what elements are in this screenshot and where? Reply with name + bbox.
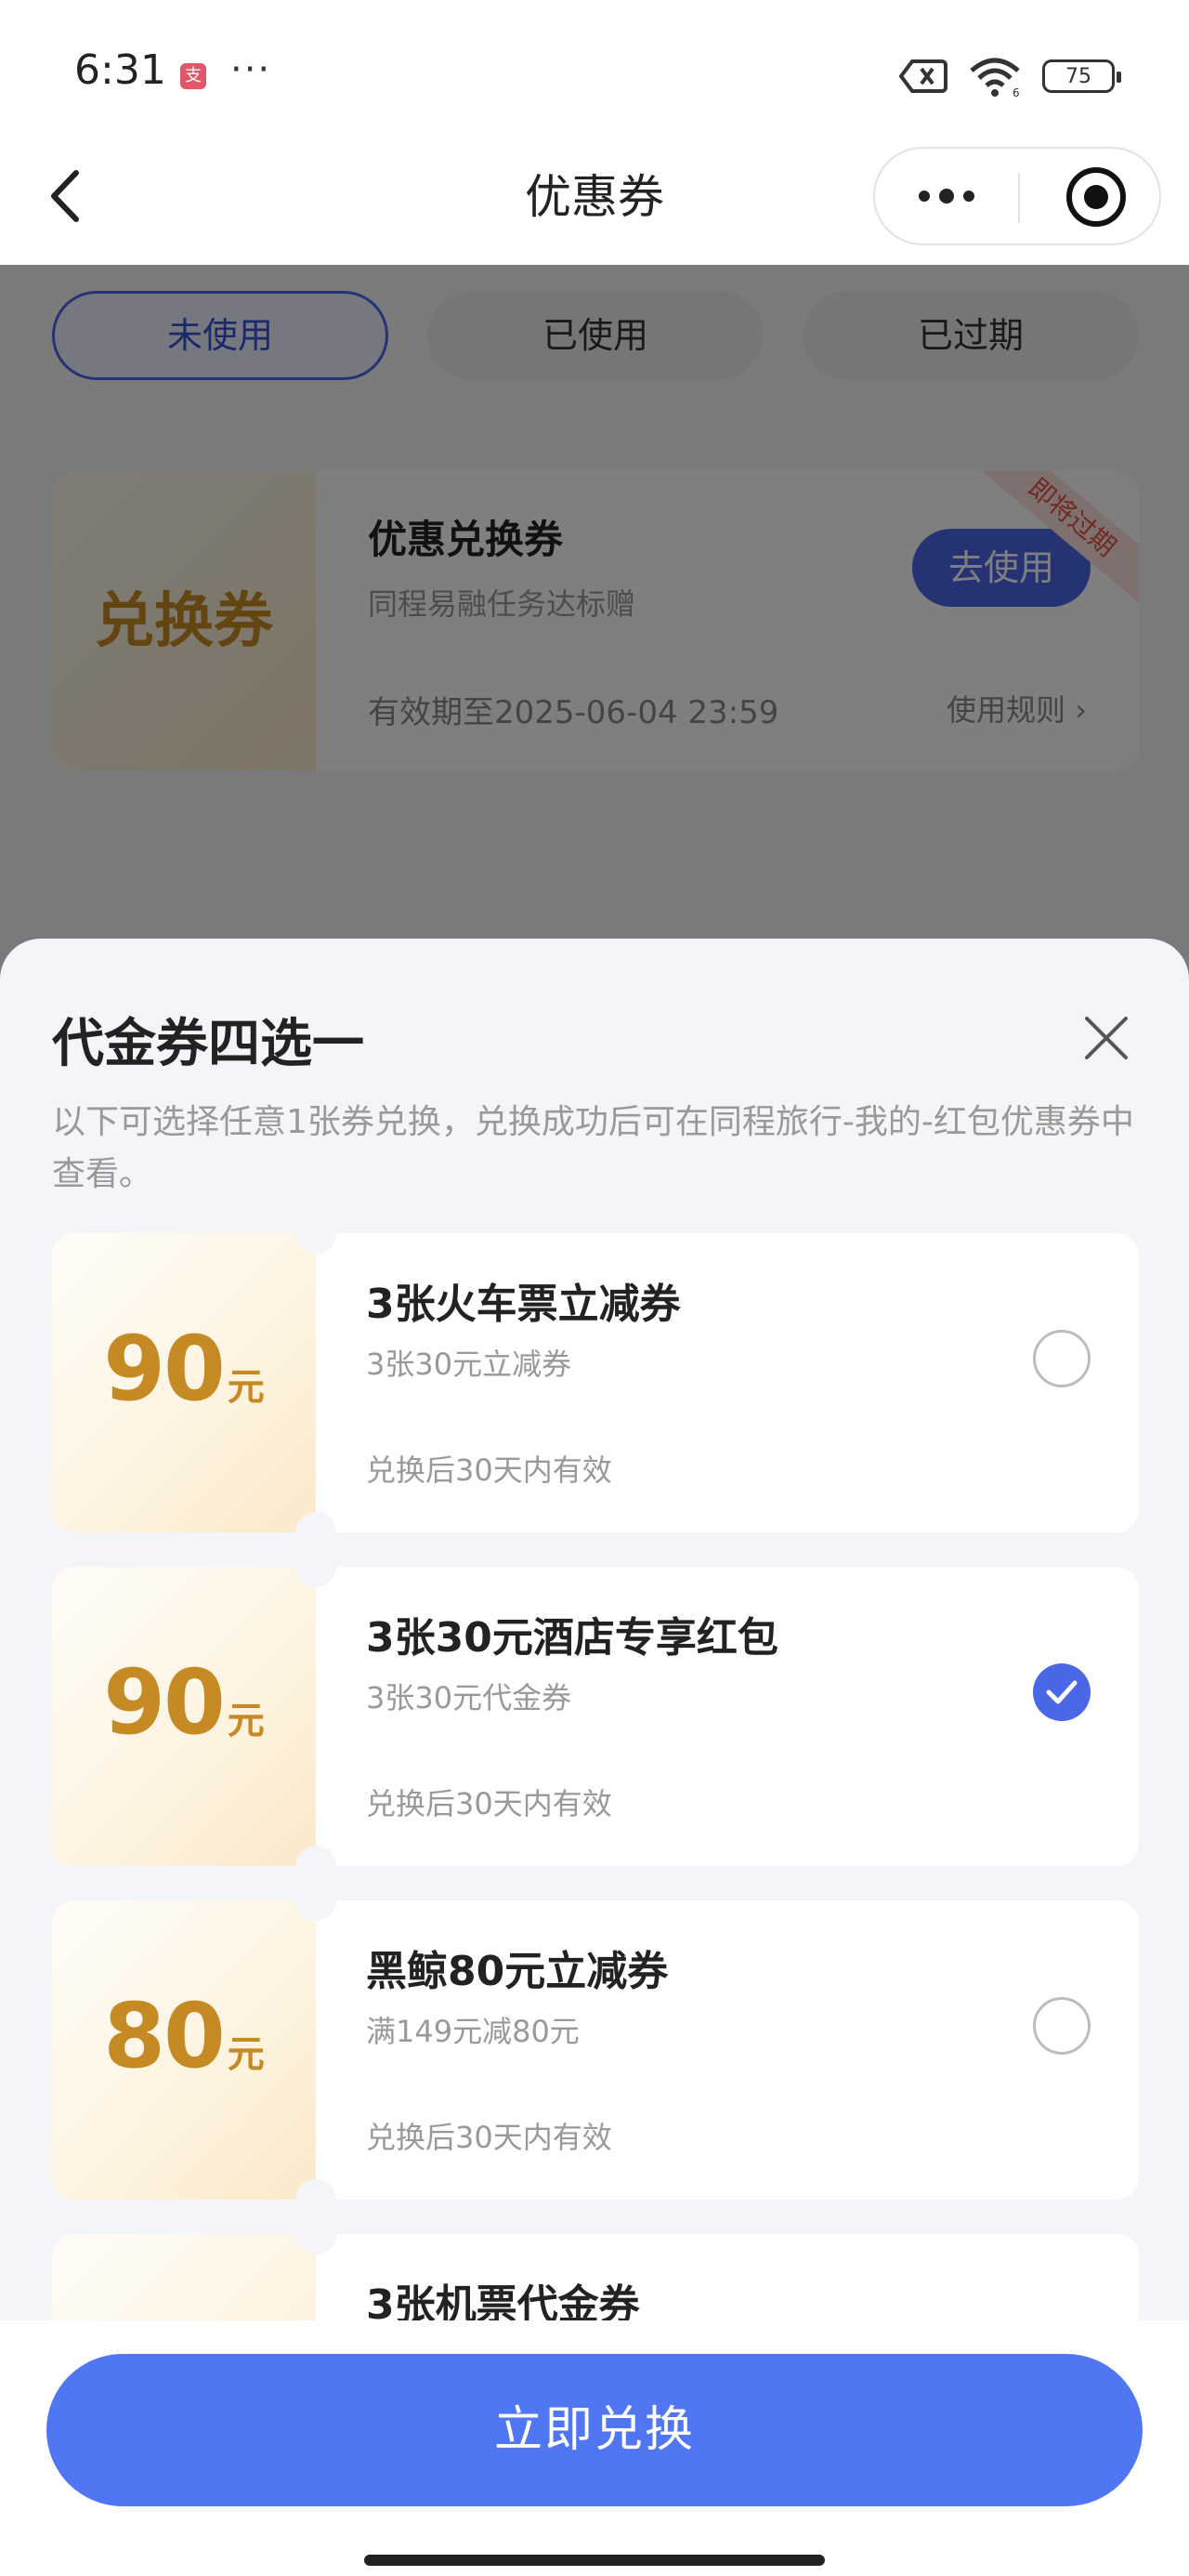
voucher-stub [52,2234,336,2320]
voucher-stub: 80 元 [52,1900,336,2200]
mini-program-capsule [873,147,1161,245]
voucher-radio[interactable] [1033,1330,1091,1387]
voucher-amount: 90 元 [52,1650,316,1755]
voucher-stub: 90 元 [52,1567,336,1866]
voucher-card-hotel[interactable]: 90 元 3张30元酒店专享红包 3张30元代金券 兑换后30天内有效 [52,1567,1139,1866]
voucher-radio-checked[interactable] [1033,1663,1091,1721]
voucher-title: 3张机票代金券 [366,2281,640,2320]
more-dots-icon[interactable] [875,149,1018,243]
voucher-amount-unit: 元 [227,2033,265,2076]
app-notification-icon: 支 [180,63,206,89]
voucher-amount-unit: 元 [227,1366,265,1409]
voucher-amount: 90 元 [52,1317,316,1421]
voucher-amount-number: 90 [103,1317,226,1421]
target-close-icon[interactable] [1066,167,1126,227]
checkmark-icon [1046,1680,1078,1704]
voucher-card-heijing[interactable]: 80 元 黑鲸80元立减券 满149元减80元 兑换后30天内有效 [52,1900,1139,2200]
sheet-description: 以下可选择任意1张券兑换，兑换成功后可在同程旅行-我的-红包优惠券中查看。 [52,1103,1134,1193]
voucher-subtitle: 满149元减80元 [366,2014,580,2049]
voucher-amount-number: 80 [103,1984,226,2088]
voucher-subtitle: 3张30元立减券 [366,1347,572,1382]
status-time: 6:31 [74,46,166,94]
voucher-subtitle: 3张30元代金券 [366,1680,572,1715]
voucher-card-train[interactable]: 90 元 3张火车票立减券 3张30元立减券 兑换后30天内有效 [52,1233,1139,1532]
redeem-now-button[interactable]: 立即兑换 [46,2354,1143,2506]
voucher-card-flight[interactable]: 3张机票代金券 [52,2234,1139,2320]
voucher-list: 90 元 3张火车票立减券 3张30元立减券 兑换后30天内有效 90 元 3张30… [0,1224,1189,2320]
status-bar: 6:31 支 ··· 6 75 [0,0,1189,139]
voucher-amount: 80 元 [52,1984,316,2088]
close-icon [1085,1017,1128,1059]
sheet-close-button[interactable] [1083,1015,1130,1061]
voucher-radio[interactable] [1033,1997,1091,2055]
voucher-validity: 兑换后30天内有效 [366,1786,612,1821]
status-right-icons: 6 75 [899,56,1121,97]
sheet-title: 代金券四选一 [52,1014,364,1074]
voucher-validity: 兑换后30天内有效 [366,2120,612,2155]
capsule-divider [1018,173,1020,223]
voucher-amount-unit: 元 [227,1700,265,1742]
svg-text:6: 6 [1013,86,1020,97]
voucher-stub: 90 元 [52,1233,336,1532]
battery-icon: 75 [1042,59,1121,93]
nav-bar: 优惠券 [0,139,1189,265]
voucher-title: 3张火车票立减券 [366,1281,681,1328]
sheet-footer: 立即兑换 [0,2320,1189,2576]
voucher-amount-number: 90 [103,1650,226,1755]
home-indicator[interactable] [364,2555,825,2566]
status-more-dots: ··· [230,48,272,91]
voucher-validity: 兑换后30天内有效 [366,1452,612,1488]
voucher-title: 黑鲸80元立减券 [366,1948,669,1995]
voucher-title: 3张30元酒店专享红包 [366,1614,778,1662]
voucher-select-sheet: 代金券四选一 以下可选择任意1张券兑换，兑换成功后可在同程旅行-我的-红包优惠券… [0,939,1189,2576]
wifi-icon: 6 [970,58,1020,97]
sim-error-icon [899,59,947,93]
